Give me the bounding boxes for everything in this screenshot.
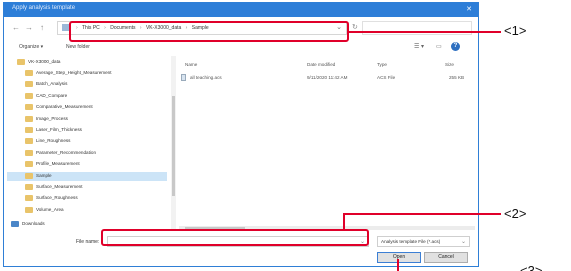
file-list: Name Date modified Type Size all teachin… [179,56,475,231]
tree-item[interactable]: Volume_Area [7,206,167,215]
folder-icon [25,92,33,99]
refresh-icon[interactable]: ↻ [352,23,358,31]
folder-icon [25,138,33,145]
column-header-size[interactable]: Size [445,62,454,67]
folder-icon [25,127,33,133]
tree-item-label: CAD_Compare [36,92,68,98]
callout-leader-1 [349,31,501,33]
tree-item[interactable]: Surface_Measurement [7,183,167,192]
folder-icon [25,161,33,168]
tree-item-label: Volume_Area [36,206,64,212]
column-header-date[interactable]: Date modified [307,62,335,67]
close-icon[interactable]: ✕ [466,5,472,14]
callout-label-2: <2> [504,206,527,221]
callout-box-1 [69,21,349,42]
new-folder-button[interactable]: New folder [66,44,90,50]
tree-item-label: Downloads [22,221,45,226]
tree-item-label: Line_Roughness [36,138,71,144]
help-icon[interactable]: ? [451,42,460,51]
figure: Apply analysis template ✕ ← → ↑ › This P… [0,0,571,271]
command-toolbar: Organize ▾ New folder ☰ ▾ ▭ ? [4,40,478,56]
up-arrow-icon[interactable]: ↑ [40,23,44,33]
tree-item[interactable]: Laser_Film_Thickness [7,126,167,135]
scrollbar-thumb[interactable] [172,96,175,196]
tree-item-label: Laser_Film_Thickness [36,127,82,132]
folder-icon [25,172,33,179]
organize-button[interactable]: Organize ▾ [19,44,43,50]
tree-item-downloads[interactable]: Downloads [7,220,167,229]
file-type: ACS File [377,75,396,80]
folder-icon [17,59,25,65]
folder-icon [25,115,33,122]
back-arrow-icon[interactable]: ← [12,23,20,33]
tree-item[interactable]: CAD_Compare [7,92,167,101]
column-header-name[interactable]: Name [185,62,197,67]
file-size: 255 KB [449,75,465,80]
tree-item[interactable]: Batch_Analysis [7,80,167,89]
tree-item[interactable]: Surface_Roughness [7,194,167,203]
folder-icon [25,149,33,156]
dialog-title: Apply analysis template [12,5,76,11]
navigation-pane: VK-X3000_data Average_Step_Height_Measur… [7,56,171,231]
tree-item-label: Surface_Roughness [36,195,78,201]
downloads-icon [11,221,19,227]
tree-item-label: Comparative_Measurement [36,104,93,110]
callout-leader-2 [343,213,501,215]
forward-arrow-icon[interactable]: → [25,23,33,33]
file-type-select[interactable]: Analysis template File (*.acs) ⌄ [377,236,470,247]
cancel-button[interactable]: Cancel [424,252,468,263]
tree-item-label: Parameter_Recommendation [36,149,97,155]
tree-item[interactable]: Comparative_Measurement [7,103,167,112]
chevron-down-icon[interactable]: ⌄ [461,238,466,245]
tree-item[interactable]: Profile_Measurement [7,160,167,169]
file-name-label: File name: [76,239,100,245]
folder-icon [25,206,33,213]
tree-item[interactable]: Sample [7,171,167,181]
views-icon[interactable]: ☰ ▾ [414,43,424,50]
file-icon [181,74,186,81]
tree-item-label: Image_Process [36,115,68,121]
tree-item[interactable]: Line_Roughness [7,137,167,146]
tree-item-label: Profile_Measurement [36,161,80,167]
tree-root-label: VK-X3000_data [28,59,61,64]
callout-label-1: <1> [504,23,527,38]
file-type-value: Analysis template File (*.acs) [381,239,441,244]
file-date: 9/11/2020 11:42 AM [307,75,348,80]
nav-scrollbar[interactable] [171,56,176,231]
tree-item-label: Surface_Measurement [36,184,83,189]
tree-item[interactable]: Average_Step_Height_Measurement [7,69,167,78]
tree-item-label: Batch_Analysis [36,81,68,87]
folder-icon [25,104,33,111]
tree-root[interactable]: VK-X3000_data [7,58,167,67]
file-name: all teaching.acs [190,75,222,80]
callout-label-3: <3> [520,263,543,271]
column-header-type[interactable]: Type [377,62,387,67]
file-row[interactable]: all teaching.acs 9/11/2020 11:42 AM ACS … [179,73,475,82]
folder-icon [25,81,33,88]
title-bar: Apply analysis template ✕ [4,3,478,17]
callout-box-2 [101,229,369,246]
tree-item[interactable]: Parameter_Recommendation [7,149,167,158]
tree-item[interactable]: Image_Process [7,115,167,124]
preview-pane-icon[interactable]: ▭ [436,43,442,50]
folder-icon [25,195,33,202]
open-button[interactable]: Open [377,252,421,263]
callout-leader-3 [397,259,399,271]
folder-icon [25,70,33,76]
callout-leader-2-vertical [343,213,345,229]
tree-item-label: Sample [36,172,52,178]
tree-item-label: Average_Step_Height_Measurement [36,70,112,75]
folder-icon [25,184,33,190]
